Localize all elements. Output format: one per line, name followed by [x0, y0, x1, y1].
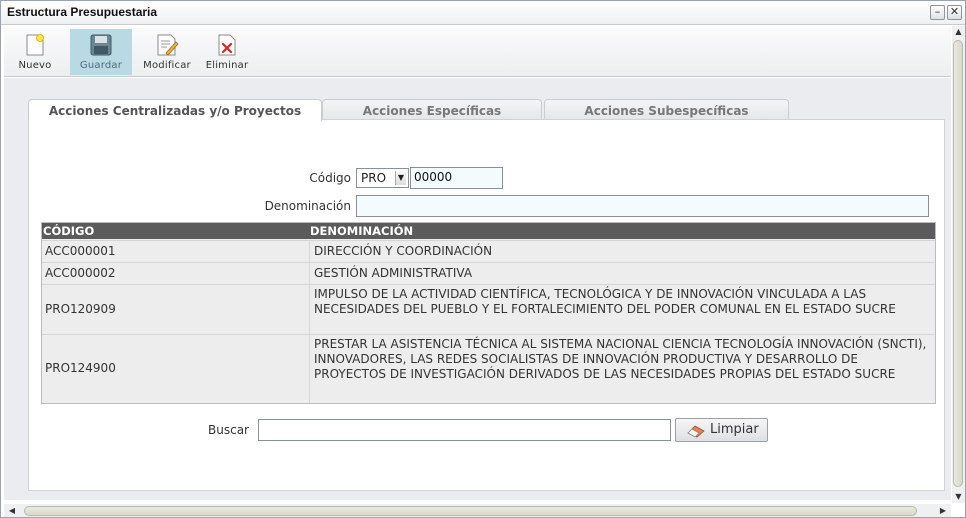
window-title: Estructura Presupuestaria: [7, 5, 158, 19]
row-codigo: PRO120909: [45, 302, 116, 316]
scroll-down-icon[interactable]: ▼: [952, 491, 965, 503]
codigo-input[interactable]: 00000: [410, 167, 503, 189]
guardar-button[interactable]: Guardar: [70, 29, 132, 75]
eliminar-label: Eliminar: [205, 60, 249, 71]
floppy-disk-icon: [90, 34, 112, 56]
search-input[interactable]: [258, 419, 671, 441]
horizontal-scrollbar[interactable]: ◀ ▶: [4, 504, 951, 517]
toolbar: Nuevo Guardar Modificar Eliminar: [4, 27, 951, 77]
tab-acciones-especificas[interactable]: Acciones Específicas: [322, 99, 542, 120]
tab-acciones-centralizadas[interactable]: Acciones Centralizadas y/o Proyectos: [28, 99, 322, 121]
header-codigo[interactable]: CÓDIGO: [43, 224, 94, 238]
tab-bar: Acciones Centralizadas y/o Proyectos Acc…: [28, 99, 948, 121]
denominacion-input[interactable]: [356, 195, 929, 217]
table-row[interactable]: PRO124900 PRESTAR LA ASISTENCIA TÉCNICA …: [42, 334, 935, 403]
scroll-right-icon[interactable]: ▶: [937, 504, 949, 517]
eraser-icon: [687, 425, 705, 438]
nuevo-label: Nuevo: [18, 60, 52, 71]
row-codigo: ACC000001: [45, 244, 116, 258]
codigo-prefix-select[interactable]: PRO ▼: [356, 168, 409, 188]
horizontal-scroll-thumb[interactable]: [24, 506, 917, 516]
chevron-down-icon: ▼: [395, 171, 406, 185]
grid-header: CÓDIGO DENOMINACIÓN: [42, 223, 935, 239]
results-grid: CÓDIGO DENOMINACIÓN ACC000001 DIRECCIÓN …: [41, 222, 936, 404]
row-denominacion: PRESTAR LA ASISTENCIA TÉCNICA AL SISTEMA…: [309, 335, 935, 403]
row-codigo: ACC000002: [45, 266, 116, 280]
nuevo-button[interactable]: Nuevo: [7, 29, 63, 75]
limpiar-button[interactable]: Limpiar: [675, 418, 768, 442]
tab-panel: Código PRO ▼ 00000 Denominación CÓDIGO D…: [28, 119, 945, 491]
limpiar-label: Limpiar: [710, 422, 759, 437]
header-denominacion[interactable]: DENOMINACIÓN: [310, 224, 413, 238]
modificar-label: Modificar: [143, 60, 191, 71]
guardar-label: Guardar: [79, 60, 123, 71]
new-document-icon: [26, 34, 44, 56]
window: Estructura Presupuestaria – ✕ Nuevo Guar…: [0, 0, 966, 518]
eliminar-button[interactable]: Eliminar: [201, 29, 253, 75]
row-denominacion: GESTIÓN ADMINISTRATIVA: [309, 263, 935, 284]
codigo-label: Código: [309, 171, 351, 185]
delete-document-icon: [218, 34, 236, 56]
minimize-button[interactable]: –: [930, 5, 945, 20]
edit-document-icon: [157, 34, 179, 56]
modificar-button[interactable]: Modificar: [137, 29, 197, 75]
tab-acciones-subespecificas[interactable]: Acciones Subespecíficas: [544, 99, 789, 120]
close-button[interactable]: ✕: [947, 5, 962, 20]
denominacion-label: Denominación: [264, 199, 351, 213]
title-bar: Estructura Presupuestaria – ✕: [1, 1, 965, 25]
row-denominacion: IMPULSO DE LA ACTIVIDAD CIENTÍFICA, TECN…: [309, 285, 935, 334]
scroll-left-icon[interactable]: ◀: [6, 504, 18, 517]
row-denominacion: DIRECCIÓN Y COORDINACIÓN: [309, 241, 935, 262]
table-row[interactable]: ACC000002 GESTIÓN ADMINISTRATIVA: [42, 262, 935, 284]
table-row[interactable]: ACC000001 DIRECCIÓN Y COORDINACIÓN: [42, 240, 935, 262]
table-row[interactable]: PRO120909 IMPULSO DE LA ACTIVIDAD CIENTÍ…: [42, 284, 935, 334]
vertical-scroll-thumb[interactable]: [953, 40, 963, 487]
row-codigo: PRO124900: [45, 361, 116, 375]
codigo-prefix-value: PRO: [361, 171, 387, 185]
vertical-scrollbar[interactable]: ▲ ▼: [952, 26, 965, 503]
main-content: Acciones Centralizadas y/o Proyectos Acc…: [4, 78, 951, 500]
scroll-up-icon[interactable]: ▲: [952, 26, 965, 38]
buscar-label: Buscar: [208, 423, 249, 437]
